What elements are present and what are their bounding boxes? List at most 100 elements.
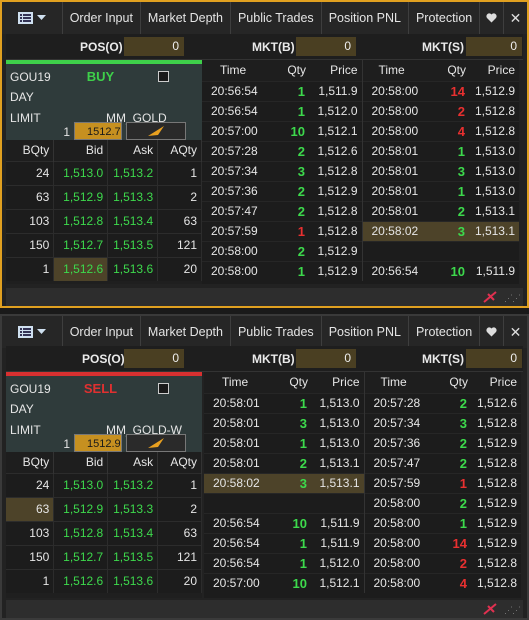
trade-time[interactable]: 20:58:01 [361,180,422,201]
bid-qty-highlighted[interactable]: 63 [6,496,55,521]
trade-price[interactable]: 1,512.0 [312,552,364,573]
trade-price[interactable]: 1,513.1 [312,452,364,473]
trade-price[interactable]: 1,512.1 [310,120,362,141]
trades-header[interactable]: Time [204,372,264,393]
trades-header[interactable]: Qty [424,372,472,393]
trade-time[interactable]: 20:58:02 [204,472,264,493]
ask-qty[interactable]: 20 [157,568,202,593]
trade-price[interactable] [312,492,364,513]
trade-qty[interactable]: 3 [262,160,310,181]
trade-price[interactable]: 1,513.0 [470,140,519,161]
trade-time[interactable]: 20:58:00 [363,572,424,593]
bid-price[interactable]: 1,512.9 [53,496,109,521]
order-type[interactable]: LIMIT [10,423,41,437]
tab-position-pnl[interactable]: Position PNL [320,316,408,348]
trade-qty[interactable]: 2 [262,180,310,201]
trade-qty[interactable]: 3 [264,472,312,493]
depth-header[interactable]: Bid [53,452,109,473]
resize-grip-icon[interactable]: ⋰⋰ [504,605,521,616]
trade-price[interactable]: 1,512.1 [312,572,364,593]
trade-qty[interactable]: 1 [262,80,310,101]
trade-time[interactable]: 20:57:59 [202,220,262,241]
order-type[interactable]: LIMIT [10,111,41,125]
depth-header[interactable]: Bid [53,140,109,161]
trade-time[interactable]: 20:57:28 [363,392,424,413]
trade-price[interactable]: 1,513.0 [470,180,519,201]
trade-time[interactable]: 20:56:54 [204,532,264,553]
side-checkbox[interactable] [158,71,169,82]
trade-time[interactable]: 20:58:00 [361,100,422,121]
ask-price[interactable]: 1,513.2 [107,472,159,497]
trade-time[interactable]: 20:58:00 [361,80,422,101]
trade-price[interactable]: 1,512.9 [470,80,519,101]
trade-price[interactable]: 1,512.9 [472,432,521,453]
trades-header[interactable]: Price [312,372,364,393]
trade-price[interactable]: 1,512.9 [310,260,362,281]
ask-price[interactable]: 1,513.4 [107,208,159,233]
trade-qty[interactable]: 4 [422,120,470,141]
trade-price[interactable]: 1,512.8 [470,100,519,121]
trades-header[interactable]: Time [202,60,262,81]
panel-menu-button[interactable] [2,2,62,34]
trade-price[interactable]: 1,513.0 [312,392,364,413]
trade-qty[interactable] [422,240,470,261]
trade-qty[interactable]: 2 [424,492,472,513]
trade-time[interactable]: 20:58:01 [204,412,264,433]
trade-qty[interactable]: 2 [424,552,472,573]
bid-price[interactable]: 1,512.8 [53,208,109,233]
tab-position-pnl[interactable]: Position PNL [320,2,408,34]
trade-time[interactable]: 20:57:00 [204,572,264,593]
trades-header[interactable]: Qty [262,60,310,81]
trade-qty[interactable]: 4 [424,572,472,593]
trade-qty[interactable]: 1 [422,180,470,201]
ask-qty[interactable]: 121 [157,544,202,569]
trades-header[interactable]: Time [363,372,424,393]
bid-price[interactable]: 1,513.0 [53,472,109,497]
ask-price[interactable]: 1,513.3 [107,496,159,521]
bid-qty[interactable]: 1 [6,256,55,281]
ask-price[interactable]: 1,513.6 [107,568,159,593]
depth-header[interactable]: BQty [6,452,55,473]
trade-time[interactable]: 20:58:00 [202,260,262,281]
trade-time[interactable]: 20:57:36 [363,432,424,453]
depth-header[interactable]: BQty [6,140,55,161]
trade-qty[interactable]: 2 [424,452,472,473]
bid-price-highlighted[interactable]: 1,512.6 [53,256,109,281]
trade-qty[interactable]: 3 [422,220,470,241]
bid-qty[interactable]: 103 [6,520,55,545]
tab-order-input[interactable]: Order Input [61,316,140,348]
favorite-button[interactable] [479,316,503,348]
trade-price[interactable] [470,240,519,261]
trade-qty[interactable]: 2 [422,100,470,121]
trade-time[interactable]: 20:56:54 [361,260,422,281]
bid-qty[interactable]: 150 [6,544,55,569]
trade-qty[interactable]: 1 [262,220,310,241]
trade-price[interactable]: 1,513.1 [470,220,519,241]
ask-qty[interactable]: 20 [157,256,202,281]
trade-time[interactable]: 20:57:36 [202,180,262,201]
trade-time[interactable]: 20:58:00 [363,532,424,553]
trade-qty[interactable]: 2 [262,140,310,161]
side-checkbox[interactable] [158,383,169,394]
quantity-field[interactable]: 1 [56,125,70,139]
trade-time[interactable]: 20:58:01 [204,452,264,473]
bid-qty[interactable]: 24 [6,160,55,185]
trade-qty[interactable]: 1 [262,100,310,121]
trade-time[interactable]: 20:56:54 [204,552,264,573]
trade-time[interactable] [361,240,422,261]
trade-qty[interactable]: 1 [422,140,470,161]
trade-qty[interactable]: 2 [422,200,470,221]
close-icon[interactable]: ✕ [503,2,527,34]
ask-qty[interactable]: 1 [157,160,202,185]
trade-price[interactable]: 1,512.8 [472,412,521,433]
time-in-force[interactable]: DAY [10,402,34,416]
ask-price[interactable]: 1,513.5 [107,544,159,569]
trade-price[interactable]: 1,511.9 [312,512,364,533]
trade-time[interactable]: 20:58:00 [363,492,424,513]
trade-price[interactable]: 1,512.8 [472,552,521,573]
trade-price[interactable]: 1,512.8 [472,452,521,473]
trade-price[interactable]: 1,512.6 [472,392,521,413]
price-input[interactable]: 1512.9 [74,434,122,452]
trade-price[interactable]: 1,513.1 [470,200,519,221]
bid-qty[interactable]: 63 [6,184,55,209]
